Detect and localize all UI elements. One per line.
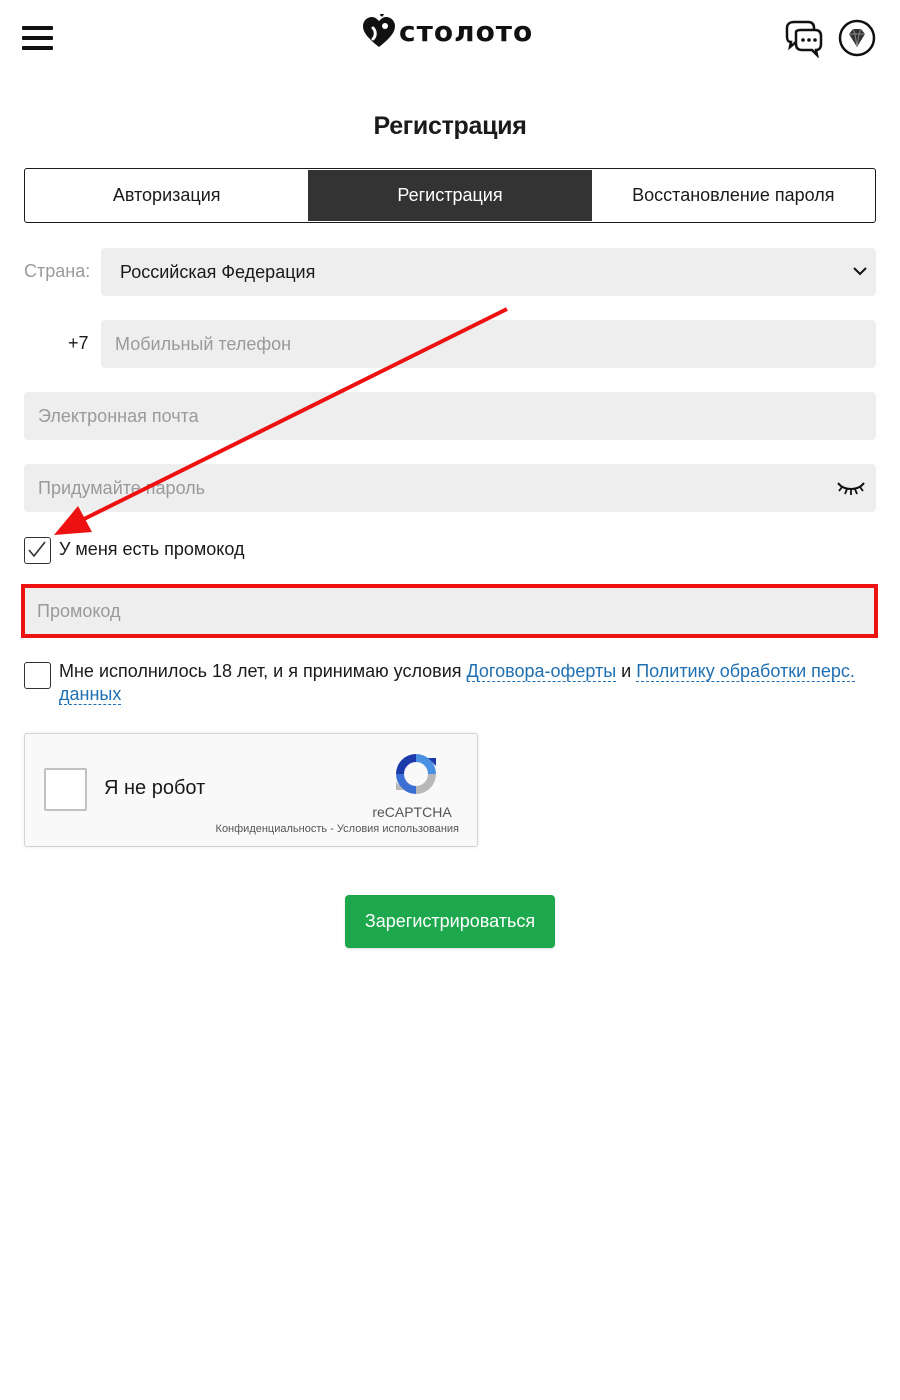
eye-closed-icon[interactable]	[836, 479, 866, 497]
email-input[interactable]: Электронная почта	[24, 392, 876, 440]
terms-checkbox[interactable]	[24, 662, 51, 689]
recaptcha-brand: reCAPTCHA	[372, 804, 452, 820]
terms-text: Мне исполнилось 18 лет, и я принимаю усл…	[59, 660, 879, 706]
terms-text-and: и	[616, 661, 637, 681]
recaptcha-checkbox[interactable]	[44, 768, 87, 811]
tab-registration[interactable]: Регистрация	[308, 170, 592, 221]
tab-login[interactable]: Авторизация	[25, 169, 308, 222]
promo-checkbox-label: У меня есть промокод	[59, 539, 245, 559]
hamburger-menu-icon[interactable]	[22, 26, 54, 50]
promo-code-input[interactable]: Промокод	[21, 584, 878, 638]
recaptcha-separator: -	[327, 823, 337, 835]
recaptcha-label: Я не робот	[104, 777, 206, 799]
promo-checkbox[interactable]	[24, 537, 51, 564]
phone-placeholder: Мобильный телефон	[115, 333, 292, 354]
page-title: Регистрация	[373, 112, 527, 140]
logo-text: столото	[399, 15, 534, 48]
phone-prefix: +7	[68, 333, 89, 353]
heart-logo-icon	[363, 14, 395, 47]
recaptcha-terms-link[interactable]: Условия использования	[337, 823, 459, 835]
password-input[interactable]: Придумайте пароль	[24, 464, 876, 512]
chevron-down-icon	[853, 267, 867, 276]
offer-agreement-link[interactable]: Договора-оферты	[466, 661, 617, 682]
country-select[interactable]: Российская Федерация	[101, 248, 876, 296]
recaptcha-privacy-link[interactable]: Конфиденциальность	[216, 823, 328, 835]
register-button[interactable]: Зарегистрироваться	[345, 895, 555, 948]
password-placeholder: Придумайте пароль	[38, 477, 206, 498]
promo-placeholder: Промокод	[37, 600, 121, 621]
email-placeholder: Электронная почта	[38, 405, 199, 426]
diamond-icon[interactable]	[838, 19, 876, 57]
country-label: Страна:	[24, 261, 91, 281]
recaptcha-links: Конфиденциальность - Условия использован…	[216, 823, 459, 835]
tab-password-recovery[interactable]: Восстановление пароля	[592, 169, 875, 222]
checkmark-icon	[28, 541, 46, 558]
site-logo[interactable]: столото	[361, 12, 533, 52]
chat-support-icon[interactable]	[782, 18, 824, 58]
auth-tabs: Авторизация Регистрация Восстановление п…	[24, 168, 876, 223]
terms-text-before: Мне исполнилось 18 лет, и я принимаю усл…	[59, 661, 467, 681]
recaptcha-widget: Я не робот reCAPTCHA Конфиденциальность …	[24, 733, 478, 847]
recaptcha-logo-icon	[396, 754, 436, 794]
country-value: Российская Федерация	[120, 261, 316, 282]
phone-input[interactable]: Мобильный телефон	[101, 320, 876, 368]
